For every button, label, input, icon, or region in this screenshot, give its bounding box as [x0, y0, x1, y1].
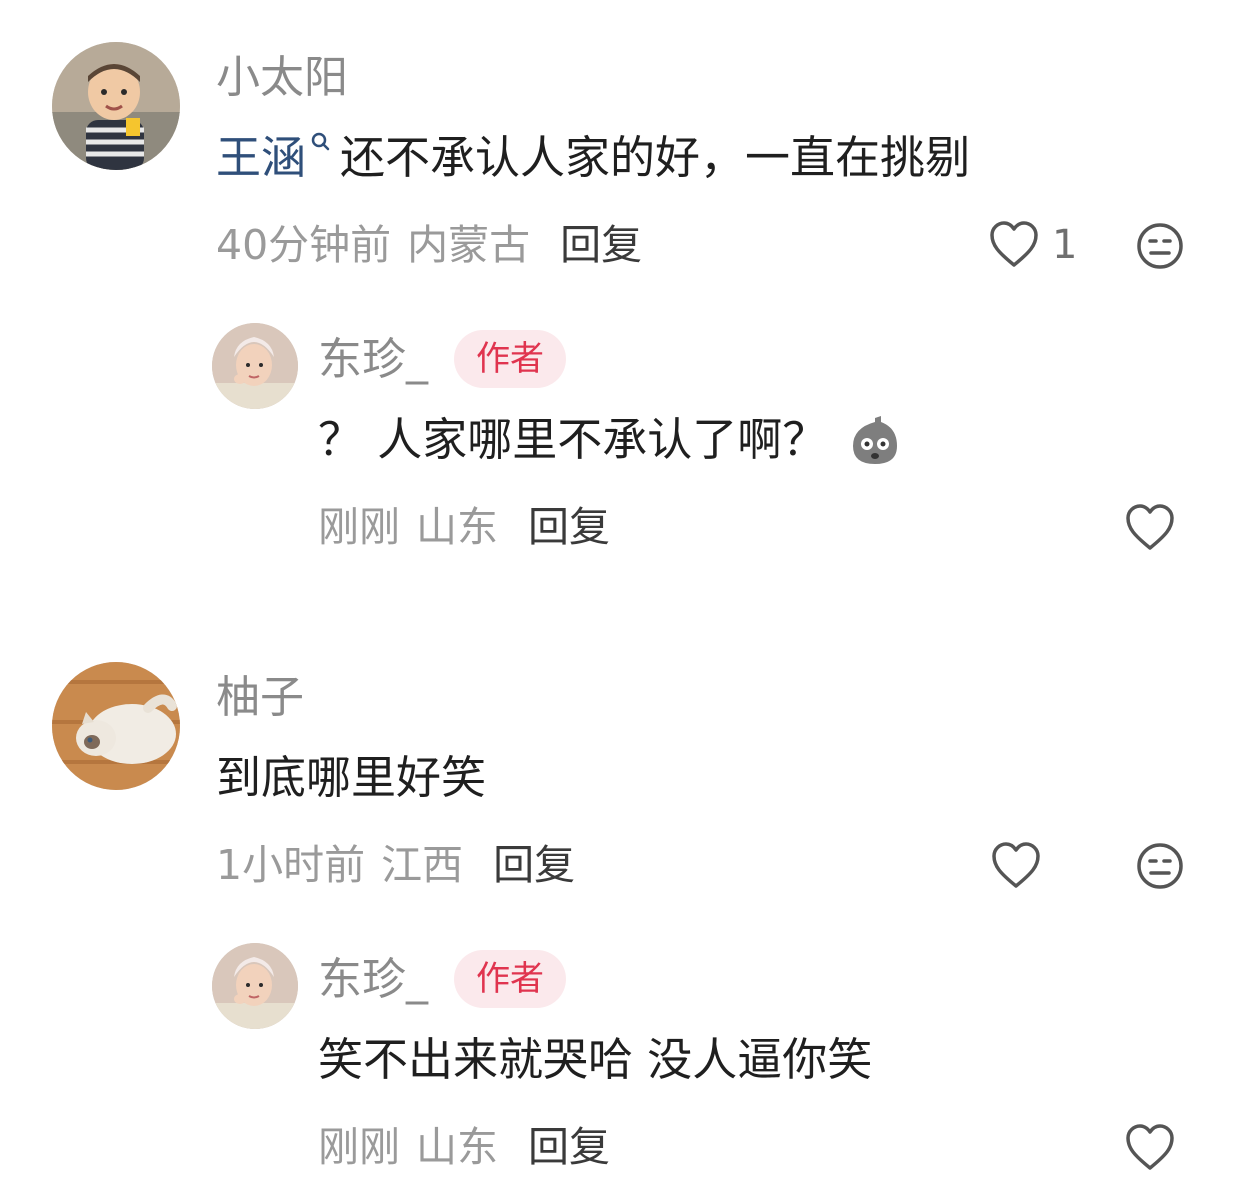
like-button[interactable]: 1 — [988, 220, 1077, 270]
heart-outline-icon — [990, 221, 1038, 267]
reply-button[interactable]: 回复 — [560, 221, 642, 269]
avatar[interactable] — [52, 42, 180, 170]
reply-body: ？ 人家哪里不承认了啊？ — [318, 413, 828, 466]
reply-text: ？ 人家哪里不承认了啊？ — [318, 412, 903, 468]
dislike-button[interactable] — [1136, 222, 1184, 270]
reply-time: 刚刚 — [318, 1123, 400, 1171]
like-count: 1 — [1052, 222, 1078, 268]
reply-meta: 刚刚 山东 回复 — [318, 1122, 610, 1172]
heart-outline-icon — [1126, 1124, 1174, 1170]
reply-text: 笑不出来就哭哈 没人逼你笑 — [318, 1033, 873, 1086]
comment-meta: 1小时前 江西 回复 — [216, 840, 575, 890]
comment-meta: 40分钟前 内蒙古 回复 — [216, 220, 642, 270]
like-button[interactable] — [1124, 503, 1176, 553]
avatar[interactable] — [52, 662, 180, 790]
avatar[interactable] — [212, 943, 298, 1029]
comment-location: 江西 — [381, 841, 464, 889]
search-icon — [311, 132, 330, 151]
avatar[interactable] — [212, 323, 298, 409]
comment-text: 到底哪里好笑 — [216, 751, 487, 804]
reply-author[interactable]: 东珍_ — [318, 334, 428, 386]
heart-outline-icon — [1126, 504, 1174, 550]
author-badge: 作者 — [454, 330, 566, 388]
reply-time: 刚刚 — [318, 503, 400, 551]
like-button[interactable] — [1124, 1123, 1176, 1173]
like-button[interactable] — [990, 841, 1042, 891]
unamused-face-icon — [1137, 223, 1183, 269]
reply-location: 山东 — [416, 1123, 498, 1171]
reply-author[interactable]: 东珍_ — [318, 954, 428, 1006]
reply-meta: 刚刚 山东 回复 — [318, 502, 610, 552]
comment-body: 还不承认人家的好，一直在挑剔 — [340, 131, 971, 184]
comment-text: 王涵 还不承认人家的好，一直在挑剔 — [216, 130, 970, 186]
dislike-button[interactable] — [1136, 842, 1184, 890]
comment-author[interactable]: 小太阳 — [216, 52, 348, 104]
comment-author[interactable]: 柚子 — [216, 672, 304, 724]
author-badge: 作者 — [454, 950, 566, 1008]
reply-button[interactable]: 回复 — [528, 503, 610, 551]
heart-outline-icon — [992, 842, 1040, 888]
reply-button[interactable]: 回复 — [528, 1123, 610, 1171]
unamused-face-icon — [1137, 843, 1183, 889]
comment-time: 1小时前 — [216, 841, 366, 889]
mention-link[interactable]: 王涵 — [216, 131, 306, 184]
reply-location: 山东 — [416, 503, 498, 551]
comment-location: 内蒙古 — [407, 221, 531, 269]
reply-button[interactable]: 回复 — [493, 841, 575, 889]
surprised-sticker-icon — [853, 416, 898, 464]
comment-time: 40分钟前 — [216, 221, 392, 269]
